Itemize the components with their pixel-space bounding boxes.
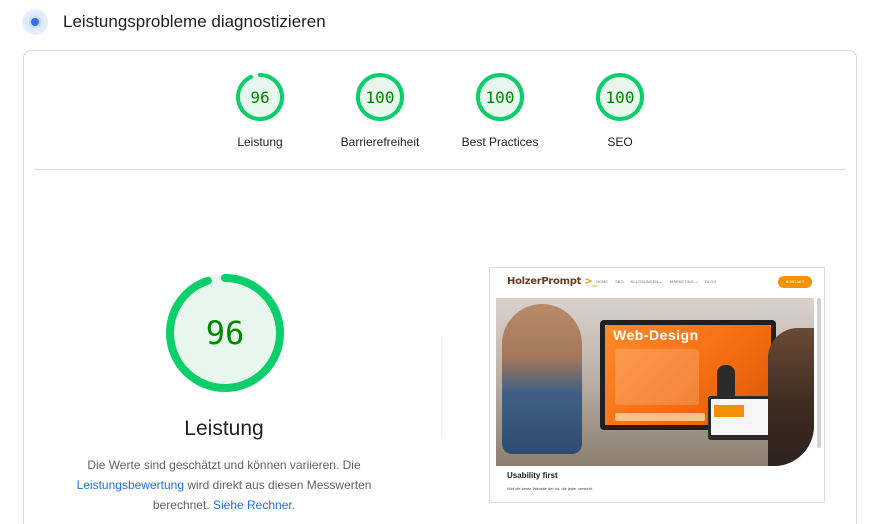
- score-description: Die Werte sind geschätzt und können vari…: [69, 455, 379, 515]
- thumb-nav-item: HOME: [596, 279, 608, 284]
- gauge-score: 100: [366, 88, 395, 107]
- thumb-logo-text: HolzerPrompt: [507, 276, 582, 287]
- main-score-title: Leistung: [184, 417, 264, 440]
- gauge-label: SEO: [607, 135, 633, 149]
- vertical-divider: [441, 336, 442, 436]
- thumb-person-right: [768, 328, 814, 466]
- thumb-person-left: [502, 304, 582, 454]
- report-card: 96 Leistung 100 Barrierefreiheit 100 Bes…: [23, 50, 857, 524]
- thumb-nav-item: BLOG: [705, 279, 717, 284]
- gauge-ring: 100: [356, 73, 404, 121]
- desc-text: Die Werte sind geschätzt und können vari…: [87, 458, 361, 472]
- thumb-logo: HolzerPrompt >_: [507, 276, 597, 287]
- gauge-ring: 100: [476, 73, 524, 121]
- main-gauge-ring: 96: [166, 274, 284, 392]
- leistungsbewertung-link[interactable]: Leistungsbewertung: [77, 478, 184, 492]
- gauge-leistung[interactable]: 96 Leistung: [200, 71, 320, 149]
- gauge-score: 96: [250, 88, 269, 107]
- thumb-usability-subtitle: Wirf die beste Website der Ist, die jede…: [507, 486, 594, 491]
- thumb-nav-item: SEO: [615, 279, 624, 284]
- gauge-score: 100: [606, 88, 635, 107]
- thumb-scrollbar: [817, 298, 821, 448]
- divider: [34, 169, 846, 170]
- gauge-ring: 100: [596, 73, 644, 121]
- main-score: 96: [206, 314, 245, 352]
- thumb-hero-button: [615, 413, 705, 421]
- thumb-usability-title: Usability first: [507, 471, 558, 480]
- thumb-hero-textbox: [615, 349, 699, 405]
- gauge-label: Leistung: [237, 135, 283, 149]
- gauge-ring: 96: [236, 73, 284, 121]
- score-gauges: 96 Leistung 100 Barrierefreiheit 100 Bes…: [24, 71, 856, 161]
- page-screenshot-thumbnail: HolzerPrompt >_ HOME SEO KI-LÖSUNGEN ⌄ M…: [489, 267, 825, 503]
- gauge-best-practices[interactable]: 100 Best Practices: [440, 71, 560, 149]
- section-title: Leistungsprobleme diagnostizieren: [63, 12, 326, 31]
- thumb-laptop-screen: [711, 399, 769, 435]
- thumb-nav-item: MARKETING ⌄: [669, 279, 699, 284]
- thumb-hero-image: Web-Design: [496, 298, 814, 466]
- siehe-rechner-link[interactable]: Siehe Rechner: [213, 498, 292, 512]
- main-score-gauge: 96: [163, 271, 287, 395]
- desc-period: .: [291, 498, 296, 512]
- gauge-seo[interactable]: 100 SEO: [560, 71, 680, 149]
- gauge-barrierefreiheit[interactable]: 100 Barrierefreiheit: [320, 71, 440, 149]
- thumb-kontakt-button: KONTAKT: [778, 276, 812, 288]
- thumb-nav: HolzerPrompt >_ HOME SEO KI-LÖSUNGEN ⌄ M…: [490, 268, 824, 296]
- gauge-label: Barrierefreiheit: [340, 135, 420, 149]
- thumb-nav-item: KI-LÖSUNGEN ⌄: [630, 279, 663, 284]
- section-header: Leistungsprobleme diagnostizieren: [22, 8, 326, 36]
- thumb-hero-title: Web-Design: [613, 327, 699, 343]
- lighthouse-icon: [22, 9, 48, 35]
- thumb-laptop-banner: [714, 405, 744, 417]
- thumb-nav-items: HOME SEO KI-LÖSUNGEN ⌄ MARKETING ⌄ BLOG: [596, 279, 722, 284]
- gauge-score: 100: [486, 88, 515, 107]
- thumb-laptop: [708, 396, 772, 440]
- gauge-label: Best Practices: [461, 135, 539, 149]
